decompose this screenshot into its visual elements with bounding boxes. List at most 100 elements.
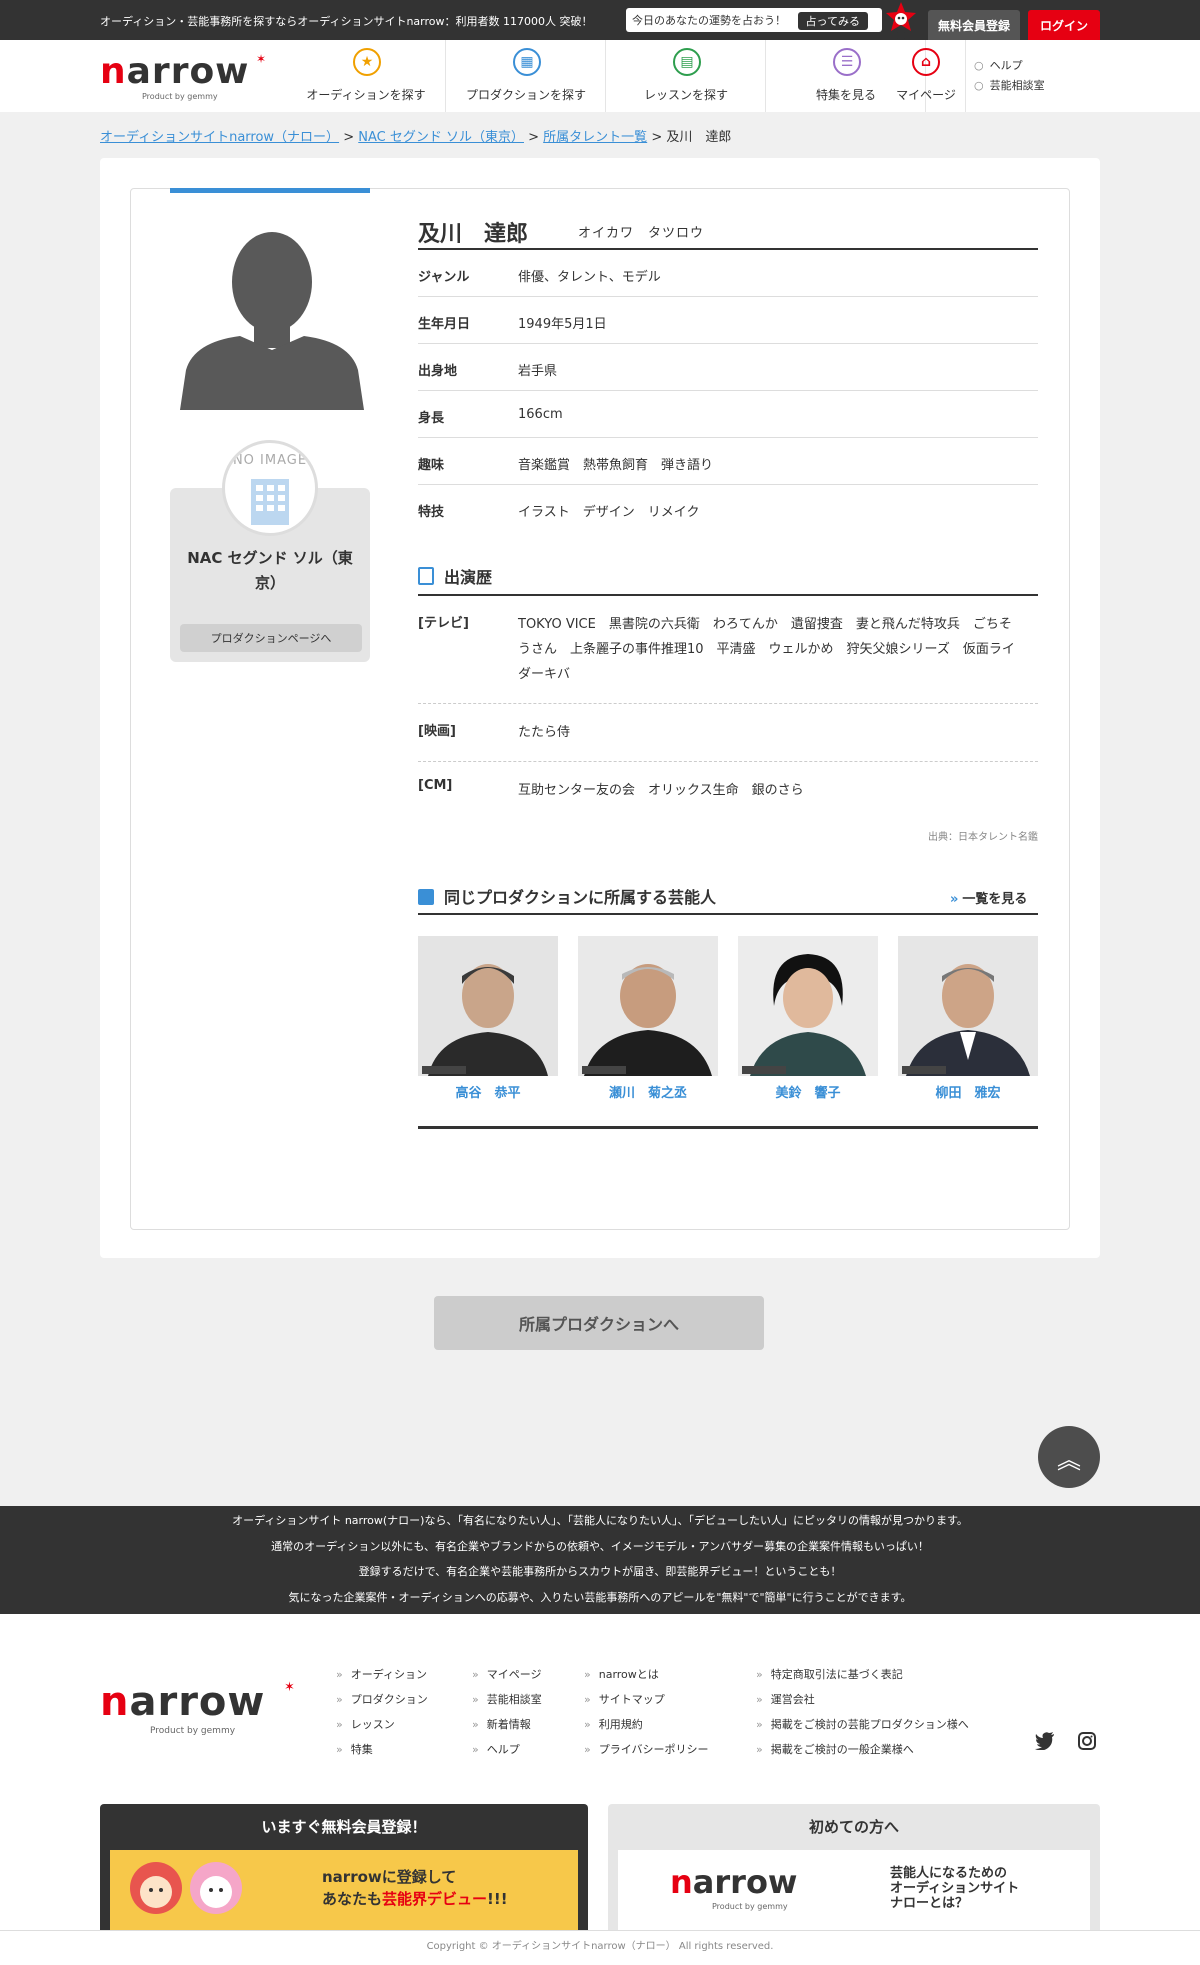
register-promo-line1: narrowに登録して	[322, 1868, 457, 1886]
register-promo[interactable]: いますぐ無料会員登録！ narrowに登録して あなたも芸能界デビュー!!!	[100, 1804, 588, 1930]
footer-link[interactable]: 掲載をご検討の芸能プロダクション様へ	[756, 1712, 969, 1737]
first-time-text: 芸能人になるための	[890, 1866, 1008, 1881]
lesson-icon: ▤	[673, 48, 701, 76]
same-production-divider	[418, 913, 1038, 915]
first-time-promo[interactable]: 初めての方へ narrow Product by gemmy 芸能人になるための…	[608, 1804, 1100, 1930]
nav-lesson[interactable]: ▤ レッスンを探す	[606, 40, 766, 112]
footer-link[interactable]: マイページ	[472, 1662, 542, 1687]
breadcrumb-home[interactable]: オーディションサイトnarrow（ナロー）	[100, 130, 339, 145]
talent-name-link[interactable]: 瀬川 菊之丞	[578, 1082, 718, 1101]
help-link[interactable]: ヘルプ	[974, 56, 1045, 76]
accent-tab	[170, 188, 370, 193]
profile-silhouette-icon	[180, 232, 364, 410]
production-avatar: NO IMAGE	[222, 440, 318, 536]
production-page-button[interactable]: プロダクションページへ	[180, 624, 362, 652]
fortune-button[interactable]: 占ってみる	[797, 12, 868, 30]
footer-link[interactable]: 特集	[336, 1737, 428, 1762]
logo-spark-icon: ✶	[256, 52, 267, 66]
home-icon: ⌂	[912, 48, 940, 76]
row-key: 特技	[418, 505, 445, 520]
row-value: TOKYO VICE 黒書院の六兵衛 わろてんか 遺留捜査 妻と飛んだ特攻兵 ご…	[518, 617, 1015, 682]
talent-card[interactable]: 高谷 恭平	[418, 936, 558, 1101]
talent-card[interactable]: 柳田 雅宏	[898, 936, 1038, 1101]
mascot-icon[interactable]	[886, 2, 916, 40]
talent-name: 及川 達郎	[418, 222, 529, 247]
login-button[interactable]: ログイン	[1028, 10, 1100, 40]
production-name[interactable]: NAC セグンド ソル（東京）	[180, 546, 360, 596]
header-side-links: ヘルプ 芸能相談室	[974, 56, 1045, 96]
register-promo-exclaim: !!!	[487, 1890, 508, 1908]
breadcrumb-sep: >	[651, 130, 663, 145]
talent-card[interactable]: 瀬川 菊之丞	[578, 936, 718, 1101]
logo-word: arrow	[129, 1679, 266, 1725]
profile-row-hobby: 趣味 音楽鑑賞 熱帯魚飼育 弾き語り	[418, 438, 1038, 485]
career-row-tv: [テレビ] TOKYO VICE 黒書院の六兵衛 わろてんか 遺留捜査 妻と飛ん…	[418, 612, 1038, 704]
footer-col-4: 特定商取引法に基づく表記 運営会社 掲載をご検討の芸能プロダクション様へ 掲載を…	[756, 1662, 969, 1762]
career-source: 出典：日本タレント名鑑	[928, 832, 1038, 843]
logo-subtitle: Product by gemmy	[712, 1902, 788, 1911]
profile-row-genre: ジャンル 俳優、タレント、モデル	[418, 250, 1038, 297]
consult-link[interactable]: 芸能相談室	[974, 76, 1045, 96]
footer-link[interactable]: 掲載をご検討の一般企業様へ	[756, 1737, 969, 1762]
footer-link[interactable]: プライバシーポリシー	[584, 1737, 709, 1762]
register-button[interactable]: 無料会員登録	[928, 10, 1020, 40]
footer-col-3: narrowとは サイトマップ 利用規約 プライバシーポリシー	[584, 1662, 709, 1762]
talent-name-link[interactable]: 柳田 雅宏	[898, 1082, 1038, 1101]
breadcrumb-current: 及川 達郎	[666, 130, 732, 145]
logo-spark-icon: ✶	[284, 1680, 295, 1695]
logo-n: n	[100, 1679, 130, 1725]
nav-audition[interactable]: ★ オーディションを探す	[286, 40, 446, 112]
footer-link[interactable]: 利用規約	[584, 1712, 709, 1737]
row-key: [テレビ]	[418, 616, 469, 631]
mascot-pair-icon	[130, 1862, 242, 1914]
row-value: 1949年5月1日	[518, 317, 607, 332]
nav-label: プロダクションを探す	[465, 88, 586, 102]
career-row-cm: [CM] 互助センター友の会 オリックス生命 銀のさら	[418, 778, 1038, 814]
footer-link[interactable]: ヘルプ	[472, 1737, 542, 1762]
intro-line: 通常のオーディション以外にも、有名企業やブランドからの依頼や、イメージモデル・ア…	[271, 1539, 929, 1553]
site-tagline: オーディション・芸能事務所を探すならオーディションサイトnarrow：利用者数 …	[100, 15, 593, 28]
logo-word: arrow	[126, 51, 250, 92]
register-promo-line2a: あなたも	[322, 1890, 383, 1908]
footer-link[interactable]: レッスン	[336, 1712, 428, 1737]
nav-mypage[interactable]: ⌂ マイページ	[886, 40, 966, 112]
footer-link[interactable]: narrowとは	[584, 1662, 709, 1687]
footer-link[interactable]: 芸能相談室	[472, 1687, 542, 1712]
talent-photo	[418, 936, 558, 1076]
nav-production[interactable]: ▦ プロダクションを探す	[446, 40, 606, 112]
footer-logo[interactable]: narrow ✶ Product by gemmy	[100, 1680, 300, 1740]
nav-label: レッスンを探す	[643, 88, 728, 102]
see-all-link[interactable]: » 一覧を見る	[950, 888, 1027, 907]
breadcrumb-production[interactable]: NAC セグンド ソル（東京）	[358, 130, 524, 145]
logo-n: n	[100, 51, 127, 92]
footer-link[interactable]: 運営会社	[756, 1687, 969, 1712]
talent-card[interactable]: 美鈴 響子	[738, 936, 878, 1101]
talent-photo	[738, 936, 878, 1076]
footer-link[interactable]: オーディション	[336, 1662, 428, 1687]
to-production-button[interactable]: 所属プロダクションへ	[434, 1296, 764, 1350]
footer-link[interactable]: 特定商取引法に基づく表記	[756, 1662, 969, 1687]
logo-n: n	[670, 1863, 693, 1901]
feature-icon: ☰	[833, 48, 861, 76]
footer-col-2: マイページ 芸能相談室 新着情報 ヘルプ	[472, 1662, 542, 1762]
row-value: 音楽鑑賞 熱帯魚飼育 弾き語り	[518, 458, 714, 473]
row-key: 身長	[418, 411, 445, 426]
see-all-label: 一覧を見る	[962, 892, 1028, 907]
instagram-icon[interactable]	[1076, 1732, 1098, 1754]
site-logo[interactable]: narrow ✶ Product by gemmy	[100, 52, 270, 102]
footer-link[interactable]: 新着情報	[472, 1712, 542, 1737]
scroll-top-button[interactable]: ︽	[1038, 1426, 1100, 1488]
breadcrumb: オーディションサイトnarrow（ナロー） > NAC セグンド ソル（東京） …	[100, 126, 731, 145]
same-production-title: 同じプロダクションに所属する芸能人	[418, 884, 716, 908]
main-header: narrow ✶ Product by gemmy ★ オーディションを探す ▦…	[0, 40, 1200, 112]
fortune-banner[interactable]: 今日のあなたの運勢を占おう！ 占ってみる	[626, 8, 882, 32]
profile-row-hometown: 出身地 岩手県	[418, 344, 1038, 391]
talent-name-link[interactable]: 美鈴 響子	[738, 1082, 878, 1101]
footer-link[interactable]: サイトマップ	[584, 1687, 709, 1712]
twitter-icon[interactable]	[1034, 1732, 1056, 1754]
footer-link[interactable]: プロダクション	[336, 1687, 428, 1712]
building-icon: ▦	[513, 48, 541, 76]
talent-name-link[interactable]: 高谷 恭平	[418, 1082, 558, 1101]
breadcrumb-sep: >	[528, 130, 540, 145]
breadcrumb-talent-list[interactable]: 所属タレント一覧	[543, 130, 647, 145]
